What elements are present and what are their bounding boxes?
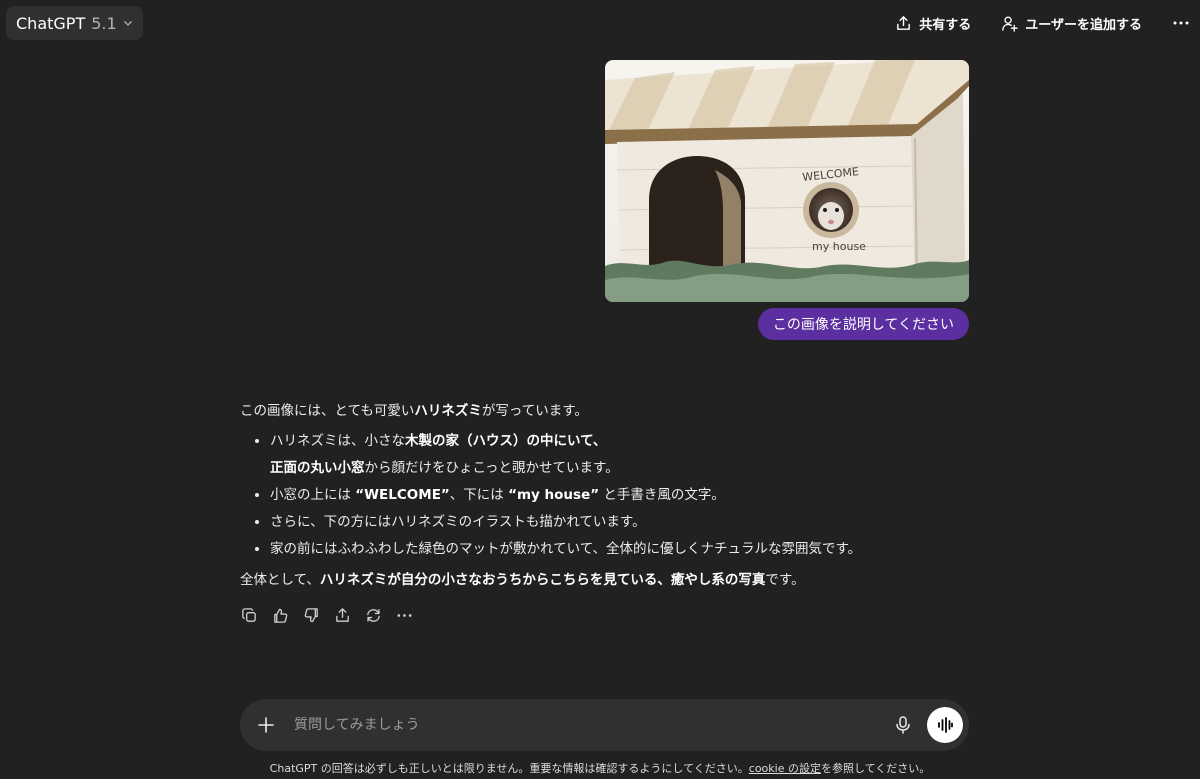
bold-span: “my house” xyxy=(508,487,600,503)
text-span: この画像には、とても可愛い xyxy=(240,403,415,419)
voice-mode-button[interactable] xyxy=(927,707,963,743)
mic-icon[interactable] xyxy=(893,715,913,735)
add-user-label: ユーザーを追加する xyxy=(1025,17,1142,33)
model-selector-button[interactable]: ChatGPT 5.1 xyxy=(6,6,143,40)
bold-span: “WELCOME” xyxy=(355,487,450,503)
text-span: ハリネズミは、小さな xyxy=(270,433,405,449)
text-span: です。 xyxy=(765,572,805,588)
bold-span: ハリネズミが自分の小さなおうちからこちらを見ている、癒やし系の写真 xyxy=(319,572,766,588)
text-span: が写っています。 xyxy=(481,403,588,419)
text-span: 全体として、 xyxy=(240,572,320,588)
list-item: さらに、下の方にはハリネズミのイラストも描かれています。 xyxy=(270,509,940,536)
response-closing: 全体として、ハリネズミが自分の小さなおうちからこちらを見ている、癒やし系の写真で… xyxy=(240,567,940,594)
list-item: 小窓の上には “WELCOME”、下には “my house” と手書き風の文字… xyxy=(270,482,940,509)
bold-span: 正面の丸い小窓 xyxy=(270,460,365,476)
footer-text: を参照してください。 xyxy=(820,762,931,775)
more-actions-button[interactable] xyxy=(395,604,414,626)
response-actions xyxy=(240,604,414,626)
share-label: 共有する xyxy=(919,17,972,33)
text-span: と手書き風の文字。 xyxy=(599,487,725,503)
text-span: 、下には xyxy=(449,487,509,503)
hedgehog-house-photo: WELCOME my house xyxy=(605,60,969,302)
add-user-button[interactable]: ユーザーを追加する xyxy=(1001,14,1142,33)
share-response-button[interactable] xyxy=(333,604,352,626)
header-actions: 共有する ユーザーを追加する xyxy=(895,6,1190,40)
model-name: ChatGPT xyxy=(16,13,86,33)
copy-button[interactable] xyxy=(240,604,259,626)
model-version: 5.1 xyxy=(91,13,117,33)
regenerate-icon xyxy=(367,608,380,622)
cookie-settings-link[interactable]: cookie の設定 xyxy=(749,762,821,775)
footer-disclaimer: ChatGPT の回答は必ずしも正しいとは限りません。重要な情報は確認するように… xyxy=(0,760,1200,776)
share-button[interactable]: 共有する xyxy=(895,14,971,33)
voice-mode-icon xyxy=(938,717,953,733)
list-item: 家の前にはふわふわした緑色のマットが敷かれていて、全体的に優しくナチュラルな雰囲… xyxy=(270,536,940,563)
bold-span: ハリネズミ xyxy=(414,403,482,419)
more-icon[interactable] xyxy=(1172,14,1190,32)
share-icon xyxy=(336,607,349,622)
user-message-text: この画像を説明してください xyxy=(772,317,954,333)
add-user-icon xyxy=(1002,16,1018,32)
share-icon xyxy=(897,15,911,30)
bold-span: 木製の家（ハウス）の中にいて、 xyxy=(405,433,607,449)
plus-icon[interactable] xyxy=(256,715,276,735)
thumbs-down-icon xyxy=(304,607,318,622)
copy-icon xyxy=(242,607,256,622)
message-composer xyxy=(240,699,969,751)
sign-my-house-text: my house xyxy=(812,240,866,253)
assistant-response: この画像には、とても可愛いハリネズミが写っています。 ハリネズミは、小さな木製の… xyxy=(240,398,940,594)
response-intro: この画像には、とても可愛いハリネズミが写っています。 xyxy=(240,398,940,425)
footer-text: ChatGPT の回答は必ずしも正しいとは限りません。重要な情報は確認するように… xyxy=(269,762,749,775)
response-list: ハリネズミは、小さな木製の家（ハウス）の中にいて、正面の丸い小窓から顔だけをひょ… xyxy=(240,428,940,563)
prompt-input[interactable] xyxy=(292,716,893,734)
text-span: 小窓の上には xyxy=(270,487,356,503)
text-span: から顔だけをひょこっと覗かせています。 xyxy=(364,460,619,476)
list-item: ハリネズミは、小さな木製の家（ハウス）の中にいて、正面の丸い小窓から顔だけをひょ… xyxy=(270,428,940,482)
regenerate-button[interactable] xyxy=(364,604,383,626)
thumbs-down-button[interactable] xyxy=(302,604,321,626)
user-uploaded-image[interactable]: WELCOME my house xyxy=(605,60,969,302)
thumbs-up-button[interactable] xyxy=(271,604,290,626)
user-message-bubble: この画像を説明してください xyxy=(757,308,969,340)
more-icon xyxy=(397,613,412,617)
chevron-down-icon xyxy=(123,21,132,26)
thumbs-up-icon xyxy=(274,608,288,623)
